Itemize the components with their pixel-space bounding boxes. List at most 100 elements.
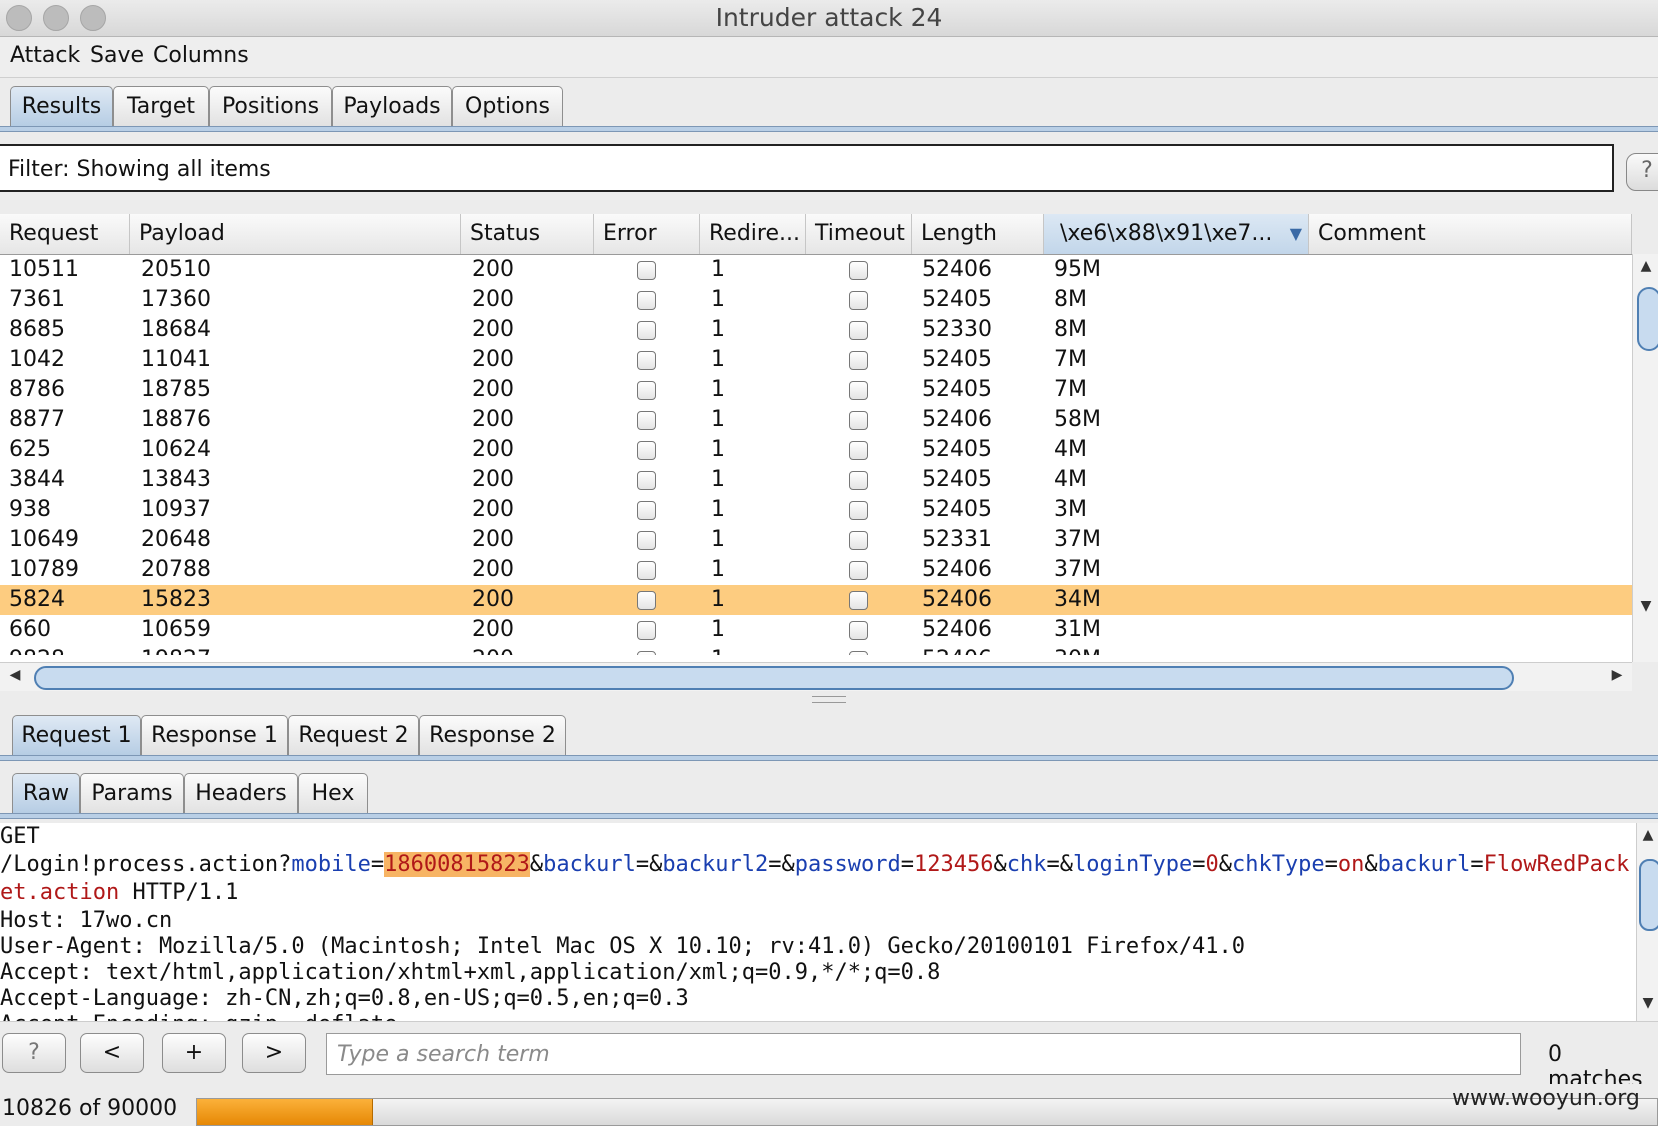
table-row[interactable]: 1042 11041 200 1 52405 7M xyxy=(0,345,1632,375)
table-row[interactable]: 8877 18876 200 1 52406 58M xyxy=(0,405,1632,435)
view-tab-divider xyxy=(0,813,1658,819)
cell-length: 52405 xyxy=(922,437,992,462)
menu-attack[interactable]: Attack xyxy=(10,43,80,68)
table-vertical-scrollbar[interactable]: ▲ ▼ xyxy=(1632,254,1658,662)
cell-payload: 18876 xyxy=(141,407,211,432)
tab-response-1[interactable]: Response 1 xyxy=(141,715,288,755)
table-horizontal-scrollbar[interactable]: ◀ ▶ xyxy=(0,662,1632,691)
window-title: Intruder attack 24 xyxy=(715,3,943,32)
table-row[interactable]: 10511 20510 200 1 52406 95M xyxy=(0,255,1632,285)
cell-request: 3844 xyxy=(9,467,65,492)
tab-headers[interactable]: Headers xyxy=(184,773,298,813)
table-row[interactable]: 5824 15823 200 1 52406 34M xyxy=(0,585,1632,615)
header-line: Accept-Encoding: gzip, deflate xyxy=(0,1011,397,1021)
request-scroll-thumb[interactable] xyxy=(1639,859,1658,931)
cell-status: 200 xyxy=(472,645,514,655)
table-row[interactable]: 3844 13843 200 1 52405 4M xyxy=(0,465,1632,495)
add-search-button[interactable]: + xyxy=(162,1033,226,1073)
cell-length: 52405 xyxy=(922,377,992,402)
search-input[interactable] xyxy=(326,1033,1521,1075)
cell-grep-match: 3M xyxy=(1054,497,1087,522)
status-bar: 10826 of 90000 www.wooyun.org xyxy=(0,1084,1658,1126)
cell-redirects: 1 xyxy=(711,557,725,582)
table-row[interactable]: 9828 19827 200 1 52406 30M xyxy=(0,645,1632,655)
column-payload[interactable]: Payload xyxy=(130,214,461,254)
table-row[interactable]: 938 10937 200 1 52405 3M xyxy=(0,495,1632,525)
column-redirects[interactable]: Redire... xyxy=(700,214,806,254)
timeout-checkbox xyxy=(849,411,868,430)
scroll-up-icon[interactable]: ▲ xyxy=(1633,258,1658,274)
cell-redirects: 1 xyxy=(711,287,725,312)
cell-payload: 10937 xyxy=(141,497,211,522)
table-row[interactable]: 10789 20788 200 1 52406 37M xyxy=(0,555,1632,585)
timeout-checkbox xyxy=(849,531,868,550)
column-length[interactable]: Length xyxy=(912,214,1044,254)
filter-help-button[interactable]: ? xyxy=(1626,153,1658,191)
cell-grep-match: 30M xyxy=(1054,645,1101,655)
cell-payload: 10659 xyxy=(141,617,211,642)
tab-params[interactable]: Params xyxy=(80,773,184,813)
cell-grep-match: 4M xyxy=(1054,437,1087,462)
table-row[interactable]: 660 10659 200 1 52406 31M xyxy=(0,615,1632,645)
tab-results[interactable]: Results xyxy=(10,86,113,126)
table-row[interactable]: 8685 18684 200 1 52330 8M xyxy=(0,315,1632,345)
cell-redirects: 1 xyxy=(711,497,725,522)
tab-request-1[interactable]: Request 1 xyxy=(12,715,141,755)
cell-grep-match: 7M xyxy=(1054,347,1087,372)
attack-progress-bar xyxy=(196,1098,1658,1126)
request-vertical-scrollbar[interactable]: ▲ ▼ xyxy=(1636,823,1658,1021)
menu-columns[interactable]: Columns xyxy=(153,43,249,68)
table-row[interactable]: 625 10624 200 1 52405 4M xyxy=(0,435,1632,465)
tab-options[interactable]: Options xyxy=(452,86,563,126)
previous-match-button[interactable]: < xyxy=(80,1033,144,1073)
cell-redirects: 1 xyxy=(711,347,725,372)
tab-positions[interactable]: Positions xyxy=(209,86,332,126)
cell-payload: 18684 xyxy=(141,317,211,342)
tab-target[interactable]: Target xyxy=(113,86,209,126)
table-header: Request Payload Status Error Redire... T… xyxy=(0,214,1632,255)
column-timeout[interactable]: Timeout xyxy=(806,214,912,254)
cell-grep-match: 8M xyxy=(1054,287,1087,312)
table-horizontal-scroll-thumb[interactable] xyxy=(34,666,1514,690)
cell-request: 10511 xyxy=(9,257,79,282)
cell-status: 200 xyxy=(472,407,514,432)
drag-handle-icon[interactable] xyxy=(812,696,846,703)
scroll-down-icon[interactable]: ▼ xyxy=(1633,598,1658,614)
cell-length: 52331 xyxy=(922,527,992,552)
filter-bar[interactable]: Filter: Showing all items xyxy=(0,144,1614,192)
tab-request-2[interactable]: Request 2 xyxy=(288,715,419,755)
scroll-up-icon[interactable]: ▲ xyxy=(1637,827,1658,843)
param-key: chk xyxy=(1006,852,1047,877)
column-request[interactable]: Request xyxy=(0,214,130,254)
scroll-right-icon[interactable]: ▶ xyxy=(1604,667,1630,683)
next-match-button[interactable]: > xyxy=(242,1033,306,1073)
column-comment[interactable]: Comment xyxy=(1309,214,1632,254)
table-row[interactable]: 10649 20648 200 1 52331 37M xyxy=(0,525,1632,555)
cell-request: 625 xyxy=(9,437,51,462)
table-row[interactable]: 7361 17360 200 1 52405 8M xyxy=(0,285,1632,315)
tab-hex[interactable]: Hex xyxy=(298,773,368,813)
cell-length: 52406 xyxy=(922,407,992,432)
cell-request: 8685 xyxy=(9,317,65,342)
menu-save[interactable]: Save xyxy=(90,43,144,68)
raw-request-view[interactable]: GET /Login!process.action?mobile=1860081… xyxy=(0,823,1636,1021)
cell-request: 1042 xyxy=(9,347,65,372)
table-row[interactable]: 8786 18785 200 1 52405 7M xyxy=(0,375,1632,405)
cell-grep-match: 8M xyxy=(1054,317,1087,342)
tab-payloads[interactable]: Payloads xyxy=(332,86,452,126)
column-error[interactable]: Error xyxy=(594,214,700,254)
column-status[interactable]: Status xyxy=(461,214,594,254)
cell-status: 200 xyxy=(472,347,514,372)
cell-request: 9828 xyxy=(9,645,65,655)
scroll-left-icon[interactable]: ◀ xyxy=(2,667,28,683)
search-help-button[interactable]: ? xyxy=(2,1033,66,1073)
tab-response-2[interactable]: Response 2 xyxy=(419,715,566,755)
param-key: mobile xyxy=(291,852,371,877)
table-vertical-scroll-thumb[interactable] xyxy=(1637,287,1658,351)
tab-raw[interactable]: Raw xyxy=(12,773,80,813)
scroll-down-icon[interactable]: ▼ xyxy=(1637,995,1658,1011)
cell-length: 52406 xyxy=(922,557,992,582)
column-grep-match[interactable]: \xe6\x88\x91\xe7... ▼ xyxy=(1044,214,1309,254)
cell-grep-match: 7M xyxy=(1054,377,1087,402)
split-pane-divider[interactable] xyxy=(0,692,1658,706)
